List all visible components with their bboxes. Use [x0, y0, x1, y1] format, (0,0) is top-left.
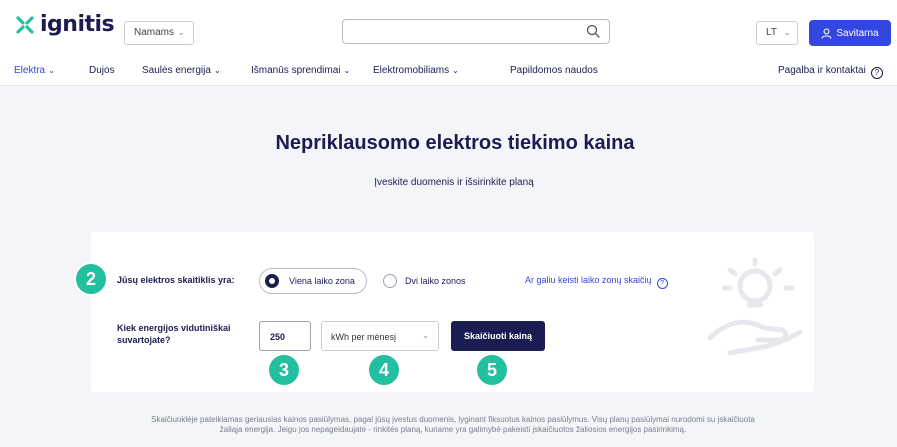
- chevron-down-icon: ⌄: [422, 331, 429, 340]
- nav-item-saules-energija[interactable]: Saulės energija ⌄: [142, 65, 221, 76]
- top-bar: ignitis Namams ⌄ LT ⌄ Savitarna: [0, 0, 897, 56]
- help-contacts-link[interactable]: Pagalba ir kontaktai?: [778, 65, 883, 79]
- nav-item-ismanus-sprendimai[interactable]: Išmanūs sprendimai ⌄: [251, 65, 350, 76]
- main-nav: Elektra ⌄ Dujos Saulės energija ⌄ Išmanūs …: [0, 56, 897, 86]
- nav-item-elektromobiliams[interactable]: Elektromobiliams ⌄: [373, 65, 459, 76]
- nav-item-elektra[interactable]: Elektra ⌄: [14, 65, 55, 76]
- chevron-down-icon: ⌄: [343, 66, 351, 75]
- nav-item-label: Papildomos naudos: [510, 65, 598, 76]
- help-icon: ?: [870, 67, 883, 79]
- audience-select-value: Namams: [134, 27, 175, 38]
- radio-label: Dvi laiko zonos: [405, 276, 466, 286]
- chevron-down-icon: ⌄: [213, 66, 221, 75]
- ignitis-logo-icon: [16, 15, 34, 34]
- logo[interactable]: ignitis: [14, 12, 115, 37]
- nav-item-label: Saulės energija: [142, 65, 211, 76]
- nav-item-label: Išmanūs sprendimai: [251, 65, 341, 76]
- usage-input-value: 250: [270, 332, 286, 342]
- disclaimer-text: Skaičiuoklėje pateikiamas geriausias kai…: [151, 415, 755, 434]
- language-select-value: LT: [766, 27, 777, 38]
- radio-two-time-zones[interactable]: Dvi laiko zonos: [383, 268, 466, 294]
- chevron-down-icon: ⌄: [452, 66, 459, 75]
- usage-input[interactable]: 250: [259, 321, 311, 351]
- account-button-label: Savitarna: [836, 27, 879, 39]
- page-subtitle: Įveskite duomenis ir išsirinkite planą: [374, 177, 534, 188]
- meter-type-label: Jūsų elektros skaitiklis yra:: [117, 275, 235, 285]
- nav-item-label: Elektromobiliams: [373, 65, 450, 76]
- help-icon: ?: [656, 278, 668, 289]
- chevron-down-icon: ⌄: [48, 66, 55, 75]
- nav-item-label: Elektra: [14, 65, 46, 76]
- radio-selected-indicator: [265, 274, 279, 288]
- lightbulb-hand-icon: [707, 258, 803, 356]
- radio-unselected-indicator: [383, 274, 397, 288]
- change-zones-link-label: Ar galiu keisti laiko zonų skaičių: [525, 275, 652, 285]
- language-select[interactable]: LT ⌄: [756, 21, 798, 45]
- unit-select[interactable]: kWh per mėnesį ⌄: [321, 321, 439, 351]
- unit-select-value: kWh per mėnesį: [331, 332, 397, 342]
- nav-item-label: Dujos: [89, 65, 115, 76]
- chevron-down-icon: ⌄: [783, 27, 791, 37]
- step-badge: 2: [74, 262, 108, 296]
- help-contacts-label: Pagalba ir kontaktai: [778, 65, 866, 76]
- step-badge: 3: [267, 353, 301, 387]
- step-badge: 4: [367, 353, 401, 387]
- nav-item-papildomos-naudos[interactable]: Papildomos naudos: [510, 65, 598, 76]
- search-icon[interactable]: [586, 24, 600, 38]
- account-button[interactable]: Savitarna: [809, 20, 891, 46]
- change-zones-link[interactable]: Ar galiu keisti laiko zonų skaičių?: [525, 275, 668, 289]
- chevron-down-icon: ⌄: [177, 27, 185, 37]
- usage-label: Kiek energijos vidutiniškai suvartojate?: [117, 323, 231, 345]
- audience-select[interactable]: Namams ⌄: [124, 21, 194, 45]
- logo-text: ignitis: [40, 12, 115, 37]
- radio-label: Viena laiko zona: [289, 276, 355, 286]
- page-title: Nepriklausomo elektros tiekimo kaina: [275, 132, 635, 154]
- step-badge: 5: [475, 353, 509, 387]
- search-input[interactable]: [342, 19, 610, 44]
- user-icon: [821, 27, 832, 39]
- calculate-price-button-label: Skaičiuoti kainą: [463, 331, 533, 341]
- calculate-price-button[interactable]: Skaičiuoti kainą: [451, 321, 545, 351]
- nav-item-dujos[interactable]: Dujos: [89, 65, 115, 76]
- radio-one-time-zone[interactable]: Viena laiko zona: [259, 268, 367, 294]
